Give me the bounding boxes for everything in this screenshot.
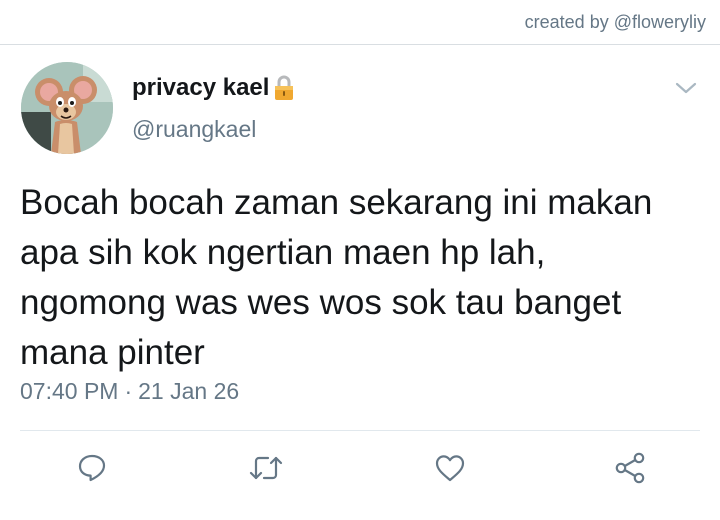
credit-bar: created by @floweryliy [0, 0, 720, 45]
meta-separator: · [124, 378, 133, 404]
retweet-button[interactable] [246, 450, 286, 490]
comment-icon [76, 452, 108, 489]
display-name-row[interactable]: privacy kael [132, 74, 295, 102]
tweet-time[interactable]: 07:40 PM [20, 378, 118, 404]
tweet-date[interactable]: 21 Jan 26 [138, 378, 239, 404]
avatar[interactable] [21, 62, 113, 154]
display-name[interactable]: privacy kael [132, 74, 269, 102]
tweet-timestamp[interactable]: 07:40 PM · 21 Jan 26 [20, 378, 239, 405]
action-bar [0, 450, 720, 490]
retweet-icon [248, 452, 284, 489]
share-icon [613, 451, 647, 490]
tweet-text: Bocah bocah zaman sekarang ini makan apa… [20, 183, 653, 372]
like-button[interactable] [430, 450, 470, 490]
divider [20, 430, 700, 431]
heart-icon [433, 452, 467, 489]
reply-button[interactable] [72, 450, 112, 490]
avatar-image [21, 62, 113, 154]
chevron-down-icon[interactable] [674, 80, 698, 96]
user-handle[interactable]: @ruangkael [132, 116, 256, 143]
credit-text: created by @floweryliy [524, 12, 706, 32]
lock-icon [273, 75, 295, 101]
share-button[interactable] [610, 450, 650, 490]
